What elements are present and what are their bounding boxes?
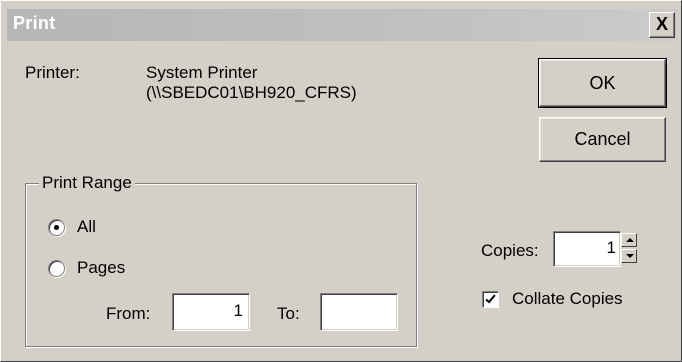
checkmark-icon bbox=[485, 292, 496, 304]
radio-pages-label[interactable]: Pages bbox=[77, 258, 125, 278]
close-icon: X bbox=[655, 14, 668, 34]
to-field[interactable] bbox=[320, 293, 398, 331]
from-label: From: bbox=[106, 304, 151, 323]
print-dialog: Print X Printer: System Printer (\\SBEDC… bbox=[0, 0, 682, 362]
close-button[interactable]: X bbox=[649, 12, 675, 38]
radio-selected-dot bbox=[54, 225, 59, 230]
collate-checkbox[interactable] bbox=[482, 291, 499, 308]
printer-name: System Printer bbox=[146, 63, 258, 82]
title-bar[interactable]: Print X bbox=[7, 9, 677, 41]
ok-button[interactable]: OK bbox=[538, 58, 667, 108]
cancel-button[interactable]: Cancel bbox=[539, 117, 666, 162]
to-label: To: bbox=[277, 304, 300, 323]
printer-path: (\\SBEDC01\BH920_CFRS) bbox=[146, 83, 357, 102]
collate-label[interactable]: Collate Copies bbox=[512, 289, 623, 309]
radio-all-label[interactable]: All bbox=[77, 217, 96, 237]
radio-pages[interactable] bbox=[48, 260, 65, 277]
chevron-up-icon[interactable] bbox=[621, 233, 637, 247]
print-range-legend: Print Range bbox=[39, 173, 135, 193]
chevron-down-icon[interactable] bbox=[621, 249, 637, 263]
from-field[interactable]: 1 bbox=[172, 293, 250, 331]
cancel-button-label: Cancel bbox=[574, 129, 631, 149]
window-title: Print bbox=[13, 13, 56, 33]
radio-all[interactable] bbox=[48, 219, 65, 236]
copies-field[interactable]: 1 bbox=[553, 231, 621, 267]
ok-button-label: OK bbox=[589, 73, 616, 93]
printer-label: Printer: bbox=[25, 63, 80, 82]
copies-label: Copies: bbox=[481, 241, 539, 260]
